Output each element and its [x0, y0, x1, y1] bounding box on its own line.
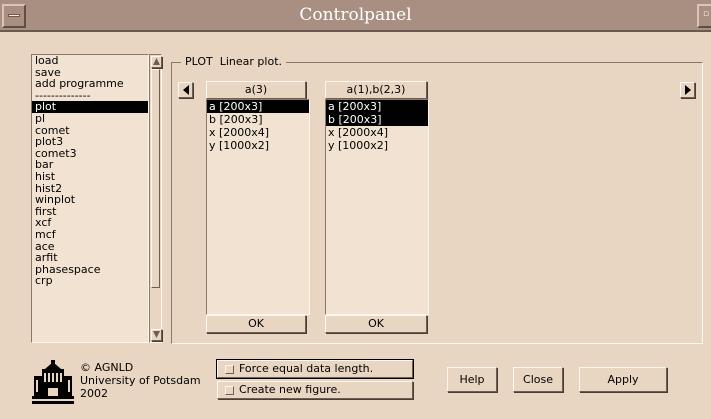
credits: © AGNLD University of Potsdam 2002 — [80, 361, 201, 400]
variable-list-item[interactable]: a [200x3] — [326, 100, 428, 113]
close-button[interactable]: Close — [513, 367, 563, 392]
title-bar[interactable]: Controlpanel ▫ — [0, 0, 711, 32]
force-equal-length-toggle[interactable]: Force equal data length. — [216, 359, 414, 379]
variable-list-item[interactable]: a [200x3] — [207, 100, 309, 113]
function-list-item[interactable]: plot3 — [32, 136, 148, 148]
minimize-icon: ▫ — [703, 9, 710, 19]
create-new-figure-toggle[interactable]: Create new figure. — [217, 381, 413, 399]
scroll-thumb[interactable] — [151, 69, 160, 288]
function-list-item[interactable]: crp — [32, 275, 148, 287]
university-logo-icon — [32, 360, 74, 404]
arrow-up-icon — [153, 58, 160, 65]
arrow-down-icon — [153, 331, 160, 338]
window-minimize-button[interactable]: ▫ — [697, 4, 711, 28]
variable-list-item[interactable]: x [2000x4] — [207, 126, 309, 139]
function-list-item[interactable]: pl — [32, 113, 148, 125]
arrow-left-icon — [183, 85, 189, 95]
function-list-item[interactable]: plot — [32, 101, 148, 113]
variable-list-item[interactable]: x [2000x4] — [326, 126, 428, 139]
scroll-up-button[interactable] — [151, 56, 162, 68]
create-new-figure-label: Create new figure. — [239, 383, 341, 396]
apply-button[interactable]: Apply — [579, 367, 667, 392]
function-list-item[interactable]: load — [32, 55, 148, 67]
function-list-item[interactable]: mcf — [32, 229, 148, 241]
credits-line-2: University of Potsdam — [80, 374, 201, 387]
scroll-down-button[interactable] — [151, 329, 162, 341]
function-list-scrollbar[interactable] — [149, 54, 162, 343]
ok-button-2[interactable]: OK — [325, 315, 427, 333]
variable-list-item[interactable]: b [200x3] — [326, 113, 428, 126]
variable-list-item[interactable]: y [1000x2] — [207, 139, 309, 152]
column-header-1[interactable]: a(3) — [206, 81, 306, 99]
function-list-item[interactable]: hist — [32, 171, 148, 183]
variable-list-1[interactable]: a [200x3] b [200x3] x [2000x4] y [1000x2] — [206, 99, 310, 315]
force-equal-length-checkbox[interactable] — [225, 365, 234, 374]
function-list-item[interactable]: winplot — [32, 194, 148, 206]
credits-line-1: © AGNLD — [80, 361, 134, 374]
scroll-left-button[interactable] — [178, 82, 193, 98]
column-header-2[interactable]: a(1),b(2,3) — [325, 81, 427, 99]
credits-line-3: 2002 — [80, 387, 108, 400]
function-list-item[interactable]: arfit — [32, 252, 148, 264]
help-button[interactable]: Help — [447, 367, 497, 392]
plot-panel-legend: PLOT Linear plot. — [181, 54, 287, 70]
variable-list-item[interactable]: b [200x3] — [207, 113, 309, 126]
create-new-figure-checkbox[interactable] — [225, 386, 234, 395]
scroll-right-button[interactable] — [680, 82, 695, 98]
arrow-right-icon — [685, 85, 691, 95]
variable-list-2[interactable]: a [200x3] b [200x3] x [2000x4] y [1000x2] — [325, 99, 429, 315]
variable-list-item[interactable]: y [1000x2] — [326, 139, 428, 152]
window-title: Controlpanel — [299, 5, 412, 25]
ok-button-1[interactable]: OK — [206, 315, 306, 333]
function-list[interactable]: load save add programme -------------- plot p… — [31, 54, 149, 343]
force-equal-length-label: Force equal data length. — [239, 362, 374, 375]
